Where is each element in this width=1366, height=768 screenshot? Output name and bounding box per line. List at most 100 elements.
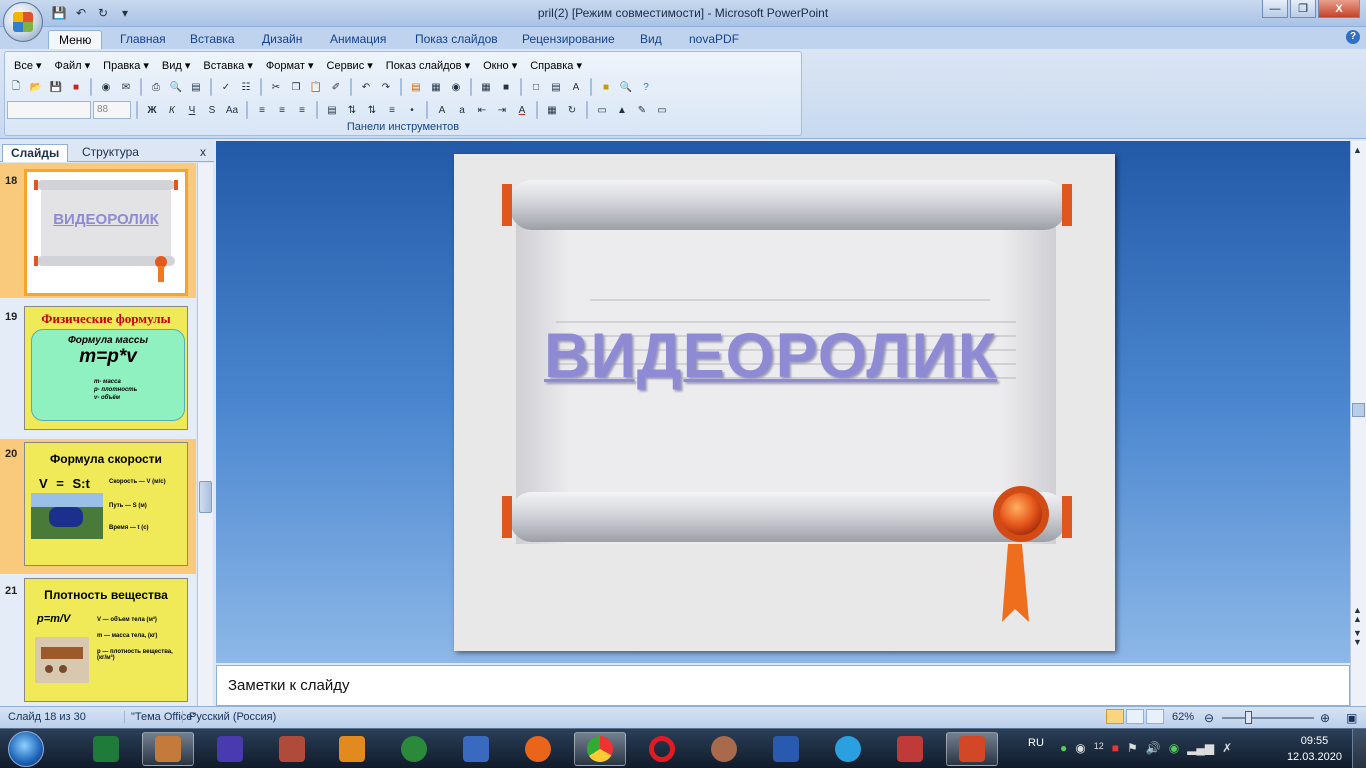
- bullets-icon[interactable]: •: [403, 101, 421, 119]
- close-button[interactable]: X: [1318, 0, 1360, 18]
- line-spacing-icon[interactable]: ⇅: [343, 101, 361, 119]
- opera-taskbar-icon[interactable]: [636, 732, 688, 766]
- tray-flag-icon[interactable]: ⚑: [1127, 741, 1138, 755]
- scroll-up-icon[interactable]: ▲: [1353, 145, 1362, 155]
- textbox-icon[interactable]: A: [567, 78, 585, 96]
- telegram-taskbar-icon[interactable]: [822, 732, 874, 766]
- help-icon[interactable]: ?: [1346, 30, 1360, 44]
- print-preview-icon[interactable]: ▤: [187, 78, 205, 96]
- menu-slideshow[interactable]: Показ слайдов ▾: [381, 57, 475, 74]
- tray-badge-icon[interactable]: 12: [1094, 741, 1104, 755]
- text-direction-icon[interactable]: ⇅: [363, 101, 381, 119]
- line-color-icon[interactable]: ✎: [633, 101, 651, 119]
- scrollbar-thumb[interactable]: [199, 481, 212, 513]
- tab-menu[interactable]: Меню: [48, 30, 103, 49]
- fill-color-icon[interactable]: ▲: [613, 101, 631, 119]
- columns-icon[interactable]: ▤: [323, 101, 341, 119]
- zoom-in-icon[interactable]: ⊕: [1320, 711, 1330, 725]
- zoom-level[interactable]: 62%: [1172, 711, 1194, 723]
- tab-view[interactable]: Вид: [630, 30, 672, 49]
- abc-taskbar-icon[interactable]: [884, 732, 936, 766]
- font-color-icon[interactable]: A: [513, 101, 531, 119]
- menu-view[interactable]: Вид ▾: [157, 57, 195, 74]
- signal-icon[interactable]: ▂▄▆: [1187, 741, 1214, 755]
- media-player-taskbar-icon[interactable]: [326, 732, 378, 766]
- language-tray[interactable]: RU: [1028, 737, 1044, 749]
- pdf-icon[interactable]: ■: [67, 78, 85, 96]
- normal-view-icon[interactable]: [1106, 709, 1124, 724]
- menu-window[interactable]: Окно ▾: [478, 57, 522, 74]
- save-icon[interactable]: 💾: [47, 78, 65, 96]
- volume-icon[interactable]: 🔊: [1146, 741, 1161, 755]
- cut-icon[interactable]: ✂: [267, 78, 285, 96]
- paste-icon[interactable]: 📋: [307, 78, 325, 96]
- next-slide-icon[interactable]: ▼ ▼: [1353, 629, 1362, 647]
- scrollbar-thumb[interactable]: [1352, 403, 1365, 417]
- fit-window-icon[interactable]: ▣: [1346, 711, 1357, 725]
- numbering-icon[interactable]: ≡: [383, 101, 401, 119]
- menu-all[interactable]: Все ▾: [9, 57, 47, 74]
- thumbnail-slide-18[interactable]: ВИДЕОРОЛИК: [24, 169, 188, 296]
- tray-network-icon[interactable]: ◉: [1075, 741, 1085, 755]
- show-desktop-button[interactable]: [1352, 729, 1366, 768]
- close-panel-icon[interactable]: x: [200, 145, 206, 159]
- word-taskbar-icon[interactable]: [760, 732, 812, 766]
- arrange-icon[interactable]: ▦: [543, 101, 561, 119]
- tray-status-icon[interactable]: ◉: [1169, 741, 1179, 755]
- font-size-combo[interactable]: 88: [93, 101, 131, 119]
- shadow-icon[interactable]: S: [203, 101, 221, 119]
- globe-icon[interactable]: ◉: [447, 78, 465, 96]
- prev-slide-icon[interactable]: ▲ ▲: [1353, 606, 1362, 624]
- underline-icon[interactable]: Ч: [183, 101, 201, 119]
- research-icon[interactable]: ☷: [237, 78, 255, 96]
- thumbnail-slide-21[interactable]: Плотность вещества p=m/V V — объем тела …: [24, 578, 188, 702]
- print-icon[interactable]: ⎙: [147, 78, 165, 96]
- permission-icon[interactable]: ◉: [97, 78, 115, 96]
- bold-icon[interactable]: Ж: [143, 101, 161, 119]
- photo-viewer-taskbar-icon[interactable]: [142, 732, 194, 766]
- save-disk-taskbar-icon[interactable]: [204, 732, 256, 766]
- decrease-font-icon[interactable]: a: [453, 101, 471, 119]
- open-icon[interactable]: 📂: [27, 78, 45, 96]
- menu-file[interactable]: Файл ▾: [50, 57, 96, 74]
- menu-tools[interactable]: Сервис ▾: [322, 57, 378, 74]
- menu-edit[interactable]: Правка ▾: [98, 57, 154, 74]
- minimize-button[interactable]: —: [1262, 0, 1288, 18]
- tab-design[interactable]: Дизайн: [252, 30, 312, 49]
- tray-green-icon[interactable]: ●: [1060, 741, 1067, 755]
- tray-x-icon[interactable]: ✗: [1222, 741, 1232, 755]
- rotate-icon[interactable]: ↻: [563, 101, 581, 119]
- zoom-icon[interactable]: 🔍: [617, 78, 635, 96]
- spelling-icon[interactable]: ✓: [217, 78, 235, 96]
- preview-icon[interactable]: 🔍: [167, 78, 185, 96]
- start-button[interactable]: [8, 731, 44, 767]
- slide-sorter-view-icon[interactable]: [1126, 709, 1144, 724]
- increase-indent-icon[interactable]: ⇥: [493, 101, 511, 119]
- office-button[interactable]: [3, 2, 43, 42]
- tray-shield-icon[interactable]: ■: [1112, 741, 1119, 755]
- language-indicator[interactable]: Русский (Россия): [182, 711, 276, 723]
- current-slide[interactable]: ВИДЕОРОЛИК: [454, 154, 1115, 651]
- grid-icon[interactable]: ▦: [477, 78, 495, 96]
- tab-novapdf[interactable]: novaPDF: [679, 30, 749, 49]
- tab-review[interactable]: Рецензирование: [512, 30, 625, 49]
- chart-icon[interactable]: ▤: [407, 78, 425, 96]
- tab-insert[interactable]: Вставка: [180, 30, 245, 49]
- copy-icon[interactable]: ❐: [287, 78, 305, 96]
- increase-font-icon[interactable]: A: [433, 101, 451, 119]
- menu-format[interactable]: Формат ▾: [261, 57, 319, 74]
- format-painter-icon[interactable]: ✐: [327, 78, 345, 96]
- firefox-taskbar-icon[interactable]: [512, 732, 564, 766]
- slide-title[interactable]: ВИДЕОРОЛИК: [544, 320, 996, 392]
- shadow-style-icon[interactable]: ▭: [653, 101, 671, 119]
- new-icon[interactable]: 🗋: [7, 78, 25, 96]
- thumbnail-slide-19[interactable]: Физические формулы Формула массы m=p*v m…: [24, 306, 188, 430]
- zoom-slider[interactable]: [1222, 717, 1314, 719]
- globe-taskbar-icon[interactable]: [388, 732, 440, 766]
- font-name-combo[interactable]: [7, 101, 91, 119]
- menu-insert[interactable]: Вставка ▾: [198, 57, 257, 74]
- layout-icon[interactable]: ▤: [547, 78, 565, 96]
- tab-animation[interactable]: Анимация: [320, 30, 396, 49]
- excel-taskbar-icon[interactable]: [80, 732, 132, 766]
- zoom-slider-knob[interactable]: [1245, 711, 1252, 724]
